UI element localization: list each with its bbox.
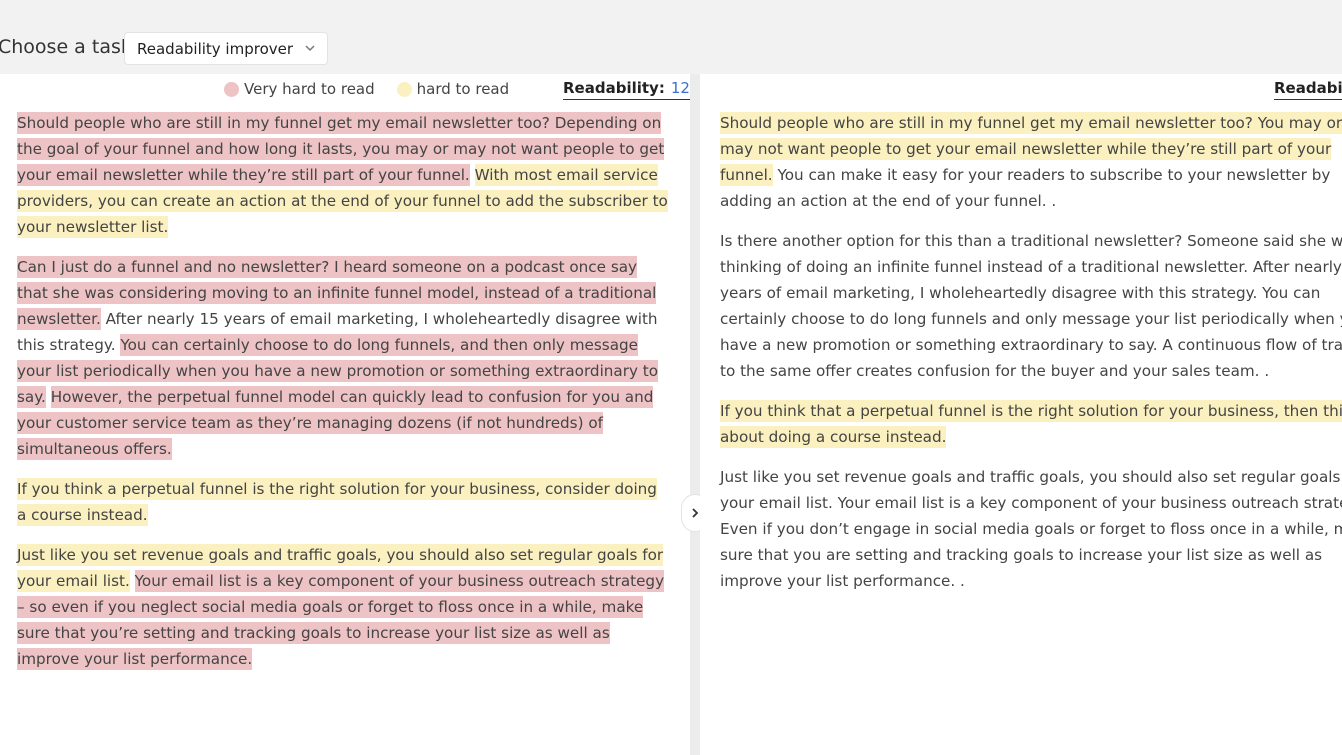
paragraph: Should people who are still in my funnel… <box>17 110 669 240</box>
legend-very-hard-label: Very hard to read <box>244 80 375 98</box>
pane-divider[interactable] <box>690 74 700 755</box>
original-text-pane: Very hard to read hard to read Readabili… <box>0 74 690 755</box>
legend-very-hard: Very hard to read <box>224 80 375 98</box>
legend-hard-label: hard to read <box>416 80 510 98</box>
hard-sentence: If you think that a perpetual funnel is … <box>720 400 1342 448</box>
hard-dot-icon <box>396 81 412 97</box>
improved-text[interactable]: Should people who are still in my funnel… <box>720 110 1342 608</box>
chevron-down-icon <box>305 45 315 52</box>
paragraph: Just like you set revenue goals and traf… <box>720 464 1342 594</box>
top-bar: Choose a task Readability improver <box>0 0 1342 74</box>
readability-legend: Very hard to read hard to read <box>224 80 531 98</box>
task-select-value: Readability improver <box>137 39 294 58</box>
sentence: Is there another option for this than a … <box>720 232 1342 380</box>
left-readability-score: Readability: 12 <box>563 79 690 100</box>
paragraph: If you think that a perpetual funnel is … <box>720 398 1342 450</box>
sentence <box>470 164 475 186</box>
task-label: Choose a task <box>0 36 132 58</box>
paragraph: If you think a perpetual funnel is the r… <box>17 476 669 528</box>
chevron-right-icon <box>692 508 699 518</box>
right-readability-score: Readability: <box>1274 79 1342 100</box>
readability-score-value: 12 <box>670 79 690 97</box>
readability-label: Readability: <box>1274 79 1342 97</box>
task-select[interactable]: Readability improver <box>124 32 328 65</box>
sentence: Just like you set revenue goals and traf… <box>720 468 1342 590</box>
sentence <box>130 570 135 592</box>
hard-sentence: If you think a perpetual funnel is the r… <box>17 478 657 526</box>
very-hard-sentence: However, the perpetual funnel model can … <box>17 386 654 460</box>
sentence <box>46 386 51 408</box>
paragraph: Is there another option for this than a … <box>720 228 1342 384</box>
paragraph: Should people who are still in my funnel… <box>720 110 1342 214</box>
readability-label: Readability: <box>563 79 665 97</box>
sentence: You can make it easy for your readers to… <box>720 166 1331 210</box>
legend-hard: hard to read <box>396 80 510 98</box>
paragraph: Just like you set revenue goals and traf… <box>17 542 669 672</box>
very-hard-dot-icon <box>224 81 239 97</box>
improved-text-pane: Readability: Should people who are still… <box>700 74 1342 755</box>
original-text[interactable]: Should people who are still in my funnel… <box>17 110 669 686</box>
paragraph: Can I just do a funnel and no newsletter… <box>17 254 669 462</box>
